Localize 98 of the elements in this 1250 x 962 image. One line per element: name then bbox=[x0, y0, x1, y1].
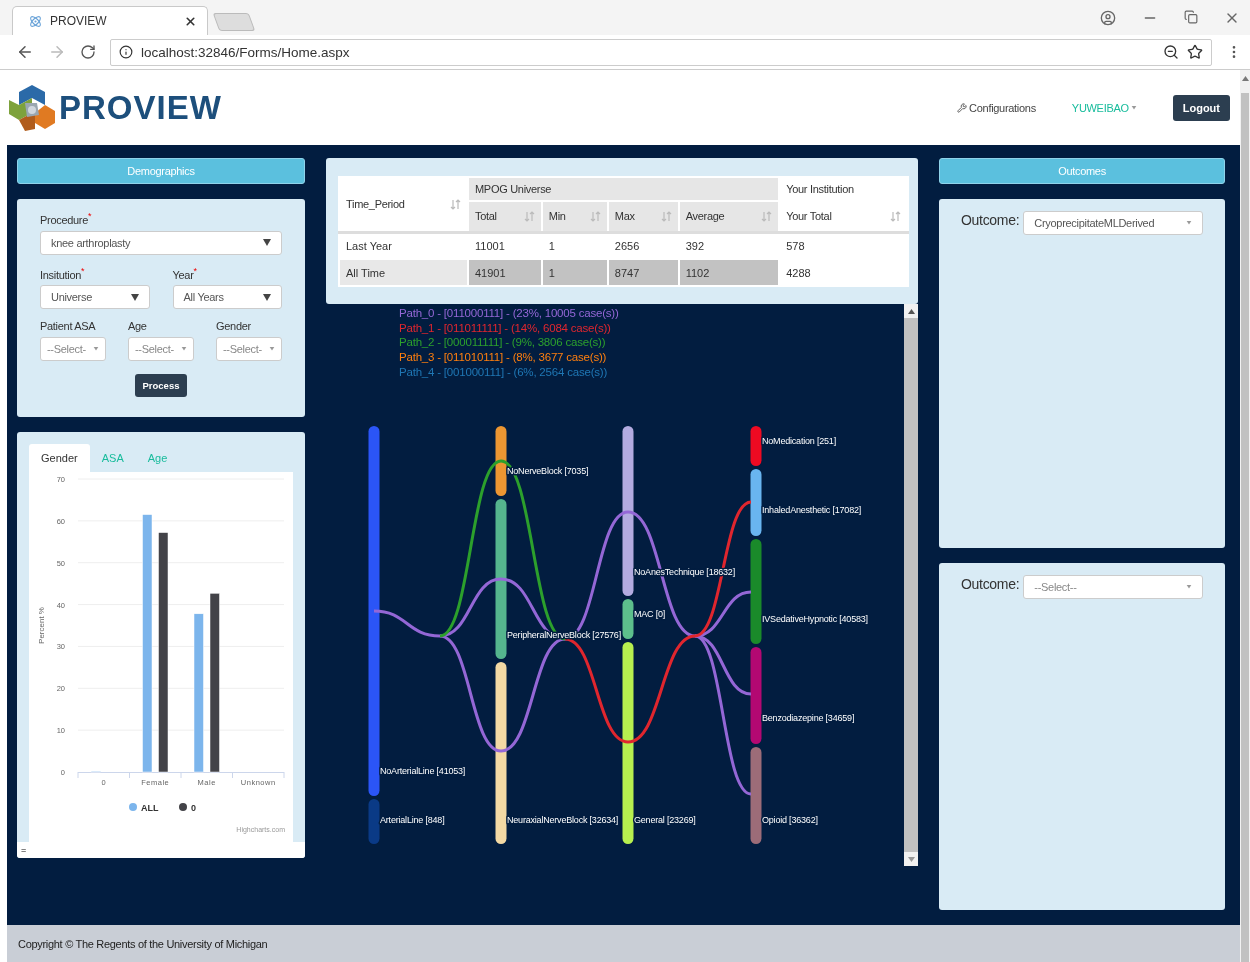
legend-item[interactable]: 0 bbox=[179, 802, 196, 813]
tab[interactable]: Gender bbox=[29, 444, 90, 472]
node-label: NoMedication [251] bbox=[762, 436, 836, 446]
select-field[interactable]: --Select- bbox=[216, 337, 282, 362]
table-cell: 1 bbox=[541, 259, 608, 286]
logo-icon bbox=[7, 82, 57, 133]
select-field[interactable]: All Years bbox=[172, 285, 282, 310]
column-header[interactable]: Average bbox=[678, 201, 780, 232]
reload-icon[interactable] bbox=[80, 44, 96, 60]
legend-entry: Path_2 - [000011111] - (9%, 3806 case(s)) bbox=[399, 335, 607, 351]
y-axis-title: Percent % bbox=[37, 607, 46, 644]
legend-label: 0 bbox=[191, 802, 197, 813]
scroll-up-icon[interactable] bbox=[1241, 76, 1249, 81]
atom-icon bbox=[29, 14, 42, 28]
panel-footer: = bbox=[17, 842, 305, 858]
column-header[interactable]: Time_Period bbox=[339, 177, 468, 232]
forward-icon[interactable] bbox=[48, 43, 66, 61]
field-label: Gender bbox=[216, 320, 252, 333]
select-field[interactable]: --Select- bbox=[40, 337, 106, 362]
column-header[interactable]: Total bbox=[468, 201, 542, 232]
node-label: NeuraxialNerveBlock [32634] bbox=[507, 815, 619, 825]
legend-entry: Path_3 - [011010111] - (8%, 3677 case(s)) bbox=[399, 350, 608, 365]
field-label: Outcome: bbox=[961, 212, 1020, 228]
field-label: Procedure$^{*}$ bbox=[40, 211, 93, 226]
caret-icon bbox=[263, 239, 271, 247]
table-cell: 11001 bbox=[468, 232, 542, 259]
scroll-down-icon[interactable] bbox=[907, 856, 915, 862]
restore-icon[interactable] bbox=[1184, 9, 1198, 24]
legend-item[interactable]: ALL bbox=[129, 802, 159, 813]
node-label: Opioid [36362] bbox=[762, 815, 818, 825]
table-cell: 41901 bbox=[468, 259, 542, 286]
nav-link[interactable]: Configurations bbox=[957, 101, 1036, 114]
table-cell: 2656 bbox=[607, 232, 679, 259]
node-label: NoNerveBlock [7035] bbox=[507, 466, 589, 476]
logo-text: PROVIEW bbox=[59, 88, 222, 127]
table-cell: 578 bbox=[779, 232, 908, 259]
address-field[interactable]: localhost:32846/Forms/Home.aspx bbox=[110, 38, 1212, 66]
zoom-out-icon[interactable] bbox=[1163, 44, 1179, 60]
column-header[interactable]: Max bbox=[607, 201, 679, 232]
sort-icon[interactable] bbox=[450, 198, 461, 210]
caret-icon bbox=[1130, 105, 1137, 110]
select-field[interactable]: --Select-- bbox=[1023, 575, 1203, 599]
caret-icon bbox=[93, 347, 99, 352]
account-icon[interactable] bbox=[1100, 9, 1116, 26]
column-header[interactable]: Your Total bbox=[779, 201, 908, 232]
table-cell: All Time bbox=[339, 259, 468, 286]
node-label: Benzodiazepine [34659] bbox=[762, 713, 855, 723]
copyright-text: Copyright © The Regents of the University of Michigan bbox=[7, 925, 1240, 962]
select-field[interactable]: knee arthroplasty bbox=[40, 230, 282, 255]
wrench-icon bbox=[957, 102, 968, 113]
scrollbar[interactable] bbox=[904, 304, 918, 866]
table-cell: 392 bbox=[678, 232, 780, 259]
caret-icon bbox=[1186, 221, 1192, 225]
back-icon[interactable] bbox=[16, 43, 34, 61]
table-cell: 8747 bbox=[607, 259, 679, 286]
section-header: Outcomes bbox=[939, 158, 1225, 184]
field-label: Outcome: bbox=[961, 576, 1020, 592]
page-scrollbar[interactable] bbox=[1240, 70, 1250, 962]
caret-icon bbox=[269, 347, 275, 352]
table-cell: Last Year bbox=[339, 232, 468, 259]
field-label: Year$^{*}$ bbox=[172, 265, 198, 281]
browser-tab[interactable]: PROVIEW bbox=[12, 6, 208, 35]
star-icon[interactable] bbox=[1187, 44, 1203, 60]
legend-entry: Path_4 - [001000111] - (6%, 2564 case(s)) bbox=[399, 364, 609, 380]
caret-icon bbox=[130, 293, 139, 301]
section-header: Demographics bbox=[17, 158, 305, 184]
node-label: General [23269] bbox=[634, 815, 696, 825]
select-field[interactable]: Universe bbox=[40, 285, 150, 310]
node-label: NoArterialLine [41053] bbox=[380, 766, 466, 776]
legend-entry: Path_0 - [011000111] - (23%, 10005 case(s)) bbox=[399, 306, 619, 321]
close-icon[interactable] bbox=[184, 14, 197, 28]
table-cell: 4288 bbox=[779, 259, 908, 286]
field-label: Patient ASA bbox=[40, 320, 97, 333]
legend-label: ALL bbox=[141, 802, 159, 813]
select-field[interactable]: CryoprecipitateMLDerived bbox=[1023, 211, 1203, 235]
new-tab-button[interactable] bbox=[212, 13, 256, 31]
sort-icon[interactable] bbox=[890, 210, 901, 222]
caret-icon bbox=[263, 293, 271, 301]
table-cell: 1102 bbox=[678, 259, 780, 286]
field-label: Insitution$^{*}$ bbox=[40, 265, 86, 281]
info-icon bbox=[119, 45, 133, 59]
select-field[interactable]: --Select- bbox=[128, 337, 194, 362]
bar bbox=[90, 770, 101, 773]
process-button[interactable]: Process bbox=[134, 374, 188, 398]
logout-button[interactable]: Logout bbox=[1172, 94, 1230, 121]
caret-icon bbox=[1186, 585, 1192, 589]
legend-entry: Path_1 - [011011111] - (14%, 6084 case(s)) bbox=[399, 320, 612, 336]
node-label: IVSedativeHypnotic [40583] bbox=[762, 614, 868, 624]
node-label: ArterialLine [848] bbox=[380, 815, 445, 825]
group-header: Your Institution bbox=[779, 177, 908, 201]
column-header[interactable]: Min bbox=[541, 201, 608, 232]
node-label: InhaledAnesthetic [17082] bbox=[762, 505, 862, 515]
group-header: MPOG Universe bbox=[468, 177, 780, 201]
table-cell: 1 bbox=[541, 232, 608, 259]
scroll-up-icon[interactable] bbox=[907, 308, 915, 314]
node-label: MAC [0] bbox=[634, 609, 666, 619]
caret-icon bbox=[181, 347, 187, 352]
field-label: Age bbox=[128, 320, 148, 333]
